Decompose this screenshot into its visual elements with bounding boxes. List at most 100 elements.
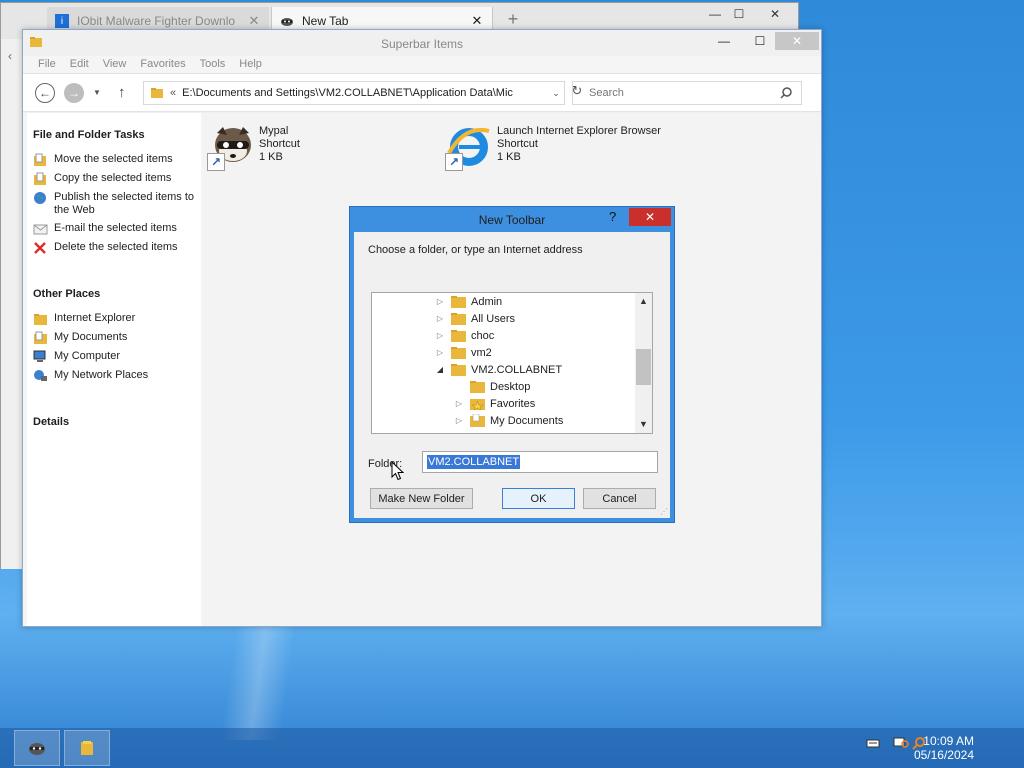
place-internet-explorer[interactable]: Internet Explorer	[27, 310, 201, 329]
new-tab-button[interactable]: +	[501, 9, 525, 30]
tree-label: My Documents	[490, 414, 564, 427]
resize-grip-icon[interactable]: ⋰	[660, 507, 668, 516]
tree-label: vm2	[471, 346, 492, 359]
chevron-left-icon[interactable]: «	[170, 87, 176, 99]
task-publish[interactable]: Publish the selected items to the Web	[27, 189, 201, 220]
tree-label: VM2.COLLABNET	[471, 363, 563, 376]
menu-edit[interactable]: Edit	[63, 56, 96, 73]
folder-icon	[451, 347, 466, 359]
task-pane: File and Folder Tasks Move the selected …	[27, 113, 201, 626]
places-heading[interactable]: Other Places	[33, 288, 201, 300]
dialog-title: New Toolbar	[478, 213, 546, 227]
ok-button[interactable]: OK	[502, 488, 575, 509]
tasks-heading[interactable]: File and Folder Tasks	[33, 129, 201, 141]
tree-label: Desktop	[490, 380, 531, 393]
tree-label: All Users	[471, 312, 516, 325]
tree-item[interactable]: ◢ VM2.COLLABNET	[434, 361, 562, 378]
mouse-cursor-icon	[391, 461, 404, 481]
tree-item[interactable]: ▷ choc	[434, 327, 494, 344]
recent-locations-dropdown[interactable]: ▼	[93, 88, 101, 97]
tree-label: Admin	[471, 295, 503, 308]
scroll-up-icon[interactable]: ▲	[635, 293, 652, 310]
search-icon[interactable]	[779, 86, 793, 100]
back-button[interactable]: ←	[35, 83, 55, 103]
task-copy[interactable]: Copy the selected items	[27, 170, 201, 189]
tree-scrollbar[interactable]: ▲ ▼	[635, 293, 652, 433]
task-delete[interactable]: Delete the selected items	[27, 239, 201, 258]
copy-icon	[34, 172, 46, 185]
menu-favorites[interactable]: Favorites	[133, 56, 192, 73]
expand-arrow-icon[interactable]: ▷	[434, 331, 446, 340]
place-network[interactable]: My Network Places	[27, 367, 201, 386]
file-info: Launch Internet Explorer Browser Shortcu…	[497, 125, 661, 171]
task-label: Delete the selected items	[54, 241, 178, 253]
address-bar[interactable]: « E:\Documents and Settings\VM2.COLLABNE…	[143, 81, 565, 105]
keyboard-tray-icon[interactable]	[866, 736, 880, 750]
folder-icon	[151, 88, 163, 98]
task-label: Publish the selected items to the Web	[54, 191, 195, 216]
tab-label: New Tab	[302, 14, 349, 28]
taskbar-explorer-button[interactable]	[64, 730, 110, 766]
scroll-down-icon[interactable]: ▼	[635, 416, 652, 433]
tree-item[interactable]: ▷ All Users	[434, 310, 515, 327]
cancel-button[interactable]: Cancel	[583, 488, 656, 509]
tree-item[interactable]: Desktop	[453, 378, 530, 395]
minimize-icon[interactable]: —	[711, 32, 737, 50]
place-label: Internet Explorer	[54, 312, 136, 324]
taskbar-mypal-button[interactable]	[14, 730, 60, 766]
folder-tree[interactable]: ▷ Admin ▷ All Users ▷ choc ▷ vm2 ◢ VM2.C…	[371, 292, 653, 434]
tree-item[interactable]: ▷ vm2	[434, 344, 492, 361]
help-button[interactable]: ?	[609, 209, 616, 224]
make-new-folder-button[interactable]: Make New Folder	[370, 488, 473, 509]
dialog-prompt: Choose a folder, or type an Internet add…	[368, 244, 583, 256]
close-button[interactable]: ✕	[775, 32, 819, 50]
folder-input[interactable]: VM2.COLLABNET	[422, 451, 658, 473]
expand-arrow-icon[interactable]: ▷	[434, 297, 446, 306]
close-icon[interactable]: ✕	[470, 13, 484, 29]
task-email[interactable]: E-mail the selected items	[27, 220, 201, 239]
up-button[interactable]: ↑	[118, 84, 126, 101]
menu-bar: File Edit View Favorites Tools Help	[23, 56, 821, 74]
chevron-left-icon[interactable]: ‹	[8, 49, 12, 63]
network-tray-icon[interactable]	[893, 736, 909, 750]
minimize-icon[interactable]: —	[705, 7, 725, 21]
place-my-computer[interactable]: My Computer	[27, 348, 201, 367]
task-move[interactable]: Move the selected items	[27, 151, 201, 170]
clock-date: 05/16/2024	[913, 748, 974, 762]
file-size: 1 KB	[259, 151, 283, 163]
chevron-down-icon[interactable]: ⌄	[548, 88, 564, 99]
menu-file[interactable]: File	[31, 56, 63, 73]
close-icon[interactable]: ✕	[247, 13, 261, 29]
address-text[interactable]: E:\Documents and Settings\VM2.COLLABNET\…	[182, 87, 548, 99]
expand-arrow-icon[interactable]: ▷	[453, 416, 465, 425]
forward-button[interactable]: →	[64, 83, 84, 103]
menu-view[interactable]: View	[96, 56, 134, 73]
file-name: Launch Internet Explorer Browser	[497, 125, 661, 137]
expand-arrow-icon[interactable]: ▷	[434, 314, 446, 323]
scroll-thumb[interactable]	[636, 349, 651, 385]
maximize-icon[interactable]: ☐	[747, 32, 773, 50]
maximize-icon[interactable]: ☐	[729, 7, 749, 21]
search-input[interactable]: Search	[572, 81, 802, 105]
tree-item[interactable]: ▷ My Documents	[453, 412, 563, 429]
file-item-launch-ie[interactable]: ↗ Launch Internet Explorer Browser Short…	[445, 123, 661, 171]
expand-arrow-icon[interactable]: ▷	[453, 399, 465, 408]
place-my-documents[interactable]: My Documents	[27, 329, 201, 348]
explorer-titlebar: Superbar Items — ☐ ✕	[23, 30, 821, 56]
folder-input-value[interactable]: VM2.COLLABNET	[427, 455, 521, 469]
place-label: My Documents	[54, 331, 128, 343]
clock[interactable]: 10:09 AM 05/16/2024	[914, 734, 974, 762]
tree-item[interactable]: ▷ Admin	[434, 293, 502, 310]
close-icon[interactable]: ✕	[765, 7, 785, 21]
globe-icon	[34, 192, 46, 204]
file-type: Shortcut	[497, 138, 538, 150]
file-item-mypal[interactable]: ↗ Mypal Shortcut 1 KB	[207, 123, 300, 171]
dialog-close-button[interactable]: ✕	[629, 208, 671, 226]
details-heading[interactable]: Details	[33, 416, 201, 428]
iobit-icon: i	[55, 14, 69, 28]
tree-item[interactable]: ▷ Favorites	[453, 395, 535, 412]
menu-help[interactable]: Help	[232, 56, 269, 73]
menu-tools[interactable]: Tools	[193, 56, 233, 73]
expand-arrow-icon[interactable]: ▷	[434, 348, 446, 357]
collapse-arrow-icon[interactable]: ◢	[434, 365, 446, 374]
